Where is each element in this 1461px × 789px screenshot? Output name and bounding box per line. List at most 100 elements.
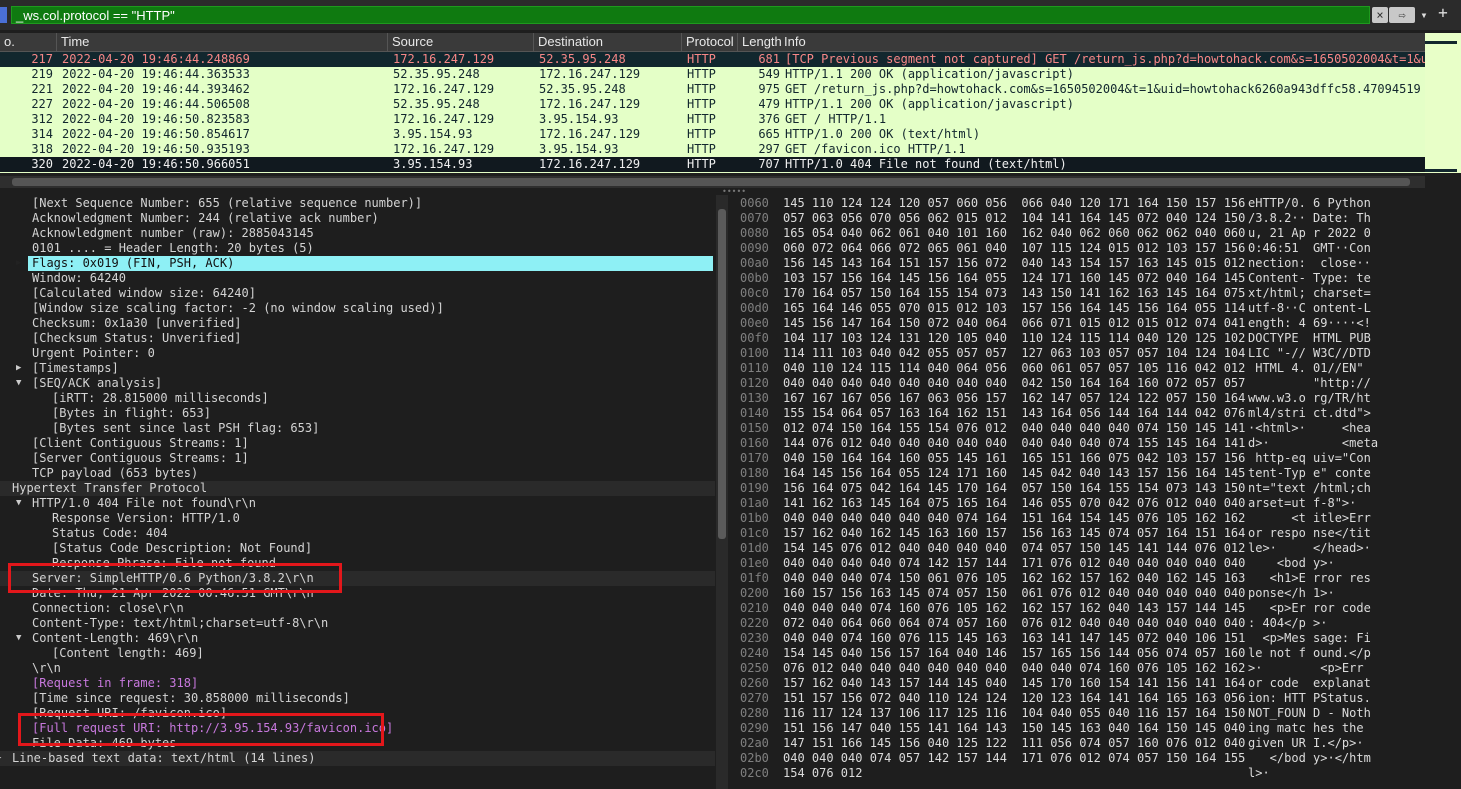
bytes-row[interactable]: 01b0 040 040 040 040 040 040 074 164 151 … (732, 511, 1461, 526)
recent-filters-dropdown-icon[interactable]: ▾ (1418, 7, 1430, 23)
packet-row[interactable]: 221 2022-04-20 19:46:44.393462 172.16.247.… (0, 82, 1425, 97)
packet-list-minimap[interactable] (1425, 33, 1461, 173)
details-vertical-scrollbar[interactable] (716, 195, 728, 789)
scrollbar-thumb[interactable] (12, 178, 1410, 186)
detail-row[interactable]: [Next Sequence Number: 655 (relative seq… (0, 196, 715, 211)
detail-row[interactable]: [Status Code Description: Not Found] (0, 541, 715, 556)
bytes-row[interactable]: 0210 040 040 040 074 160 076 105 162 162 … (732, 601, 1461, 616)
detail-row[interactable]: Window: 64240 (0, 271, 715, 286)
scrollbar-thumb[interactable] (718, 209, 726, 539)
bytes-row[interactable]: 01e0 040 040 040 040 074 142 157 144 171 … (732, 556, 1461, 571)
pane-splitter-handle[interactable]: ••••• (722, 187, 746, 196)
detail-row[interactable]: ▼ HTTP/1.0 404 File not found\r\n (0, 496, 715, 511)
apply-filter-button[interactable]: ⇨ (1389, 7, 1415, 23)
bytes-row[interactable]: 0230 040 040 074 160 076 115 145 163 163 … (732, 631, 1461, 646)
detail-row[interactable]: Acknowledgment Number: 244 (relative ack… (0, 211, 715, 226)
bytes-row[interactable]: 0190 156 164 075 042 164 145 170 164 057 … (732, 481, 1461, 496)
column-time[interactable]: Time (57, 33, 388, 51)
column-info[interactable]: Info (780, 33, 1425, 51)
detail-row[interactable]: [Bytes in flight: 653] (0, 406, 715, 421)
bytes-row[interactable]: 02a0 147 151 166 145 156 040 125 122 111 … (732, 736, 1461, 751)
collapsed-arrow-icon[interactable]: ▶ (0, 751, 1, 766)
bytes-row[interactable]: 00d0 165 164 146 055 070 015 012 103 157 … (732, 301, 1461, 316)
packet-row[interactable]: 227 2022-04-20 19:46:44.506508 52.35.95.24… (0, 97, 1425, 112)
detail-row[interactable]: [Time since request: 30.858000 milliseco… (0, 691, 715, 706)
bytes-row[interactable]: 0160 144 076 012 040 040 040 040 040 040 … (732, 436, 1461, 451)
bytes-row[interactable]: 0200 160 157 156 163 145 074 057 150 061 … (732, 586, 1461, 601)
detail-row[interactable]: Status Code: 404 (0, 526, 715, 541)
column-no[interactable]: o. (0, 33, 57, 51)
bytes-row[interactable]: 01d0 154 145 076 012 040 040 040 040 074 … (732, 541, 1461, 556)
packet-row[interactable]: 318 2022-04-20 19:46:50.935193 172.16.247.… (0, 142, 1425, 157)
detail-row[interactable]: [Window size scaling factor: -2 (no wind… (0, 301, 715, 316)
bytes-row[interactable]: 02b0 040 040 040 074 057 142 157 144 171 … (732, 751, 1461, 766)
bytes-row[interactable]: 00f0 104 117 103 124 131 120 105 040 110 … (732, 331, 1461, 346)
bytes-row[interactable]: 0130 167 167 167 056 167 063 056 157 162 … (732, 391, 1461, 406)
detail-row[interactable]: [Checksum Status: Unverified] (0, 331, 715, 346)
bookmark-filter-icon[interactable] (0, 7, 7, 23)
bytes-row[interactable]: 0170 040 150 164 164 160 055 145 161 165 … (732, 451, 1461, 466)
detail-row[interactable]: 0101 .... = Header Length: 20 bytes (5) (0, 241, 715, 256)
detail-row[interactable]: Content-Type: text/html;charset=utf-8\r\… (0, 616, 715, 631)
clear-filter-button[interactable]: × (1372, 7, 1388, 23)
detail-row[interactable]: [Content length: 469] (0, 646, 715, 661)
detail-row[interactable]: Connection: close\r\n (0, 601, 715, 616)
bytes-row[interactable]: 0100 114 111 103 040 042 055 057 057 127 … (732, 346, 1461, 361)
bytes-row[interactable]: 0070 057 063 056 070 056 062 015 012 104 … (732, 211, 1461, 226)
bytes-row[interactable]: 0220 072 040 064 060 064 074 057 160 076 … (732, 616, 1461, 631)
detail-row[interactable]: ▶ [Timestamps] (0, 361, 715, 376)
detail-row[interactable]: [Server Contiguous Streams: 1] (0, 451, 715, 466)
bytes-row[interactable]: 0120 040 040 040 040 040 040 040 040 042 … (732, 376, 1461, 391)
detail-row[interactable]: ▼ [SEQ/ACK analysis] (0, 376, 715, 391)
detail-row[interactable]: [Bytes sent since last PSH flag: 653] (0, 421, 715, 436)
bytes-row[interactable]: 0280 116 117 124 137 106 117 125 116 104 … (732, 706, 1461, 721)
packet-row[interactable]: 312 2022-04-20 19:46:50.823583 172.16.247.… (0, 112, 1425, 127)
column-protocol[interactable]: Protocol (682, 33, 738, 51)
packet-row[interactable]: 320 2022-04-20 19:46:50.966051 3.95.154.93… (0, 157, 1425, 172)
detail-row[interactable]: ▶ Flags: 0x019 (FIN, PSH, ACK) (16, 256, 713, 271)
bytes-row[interactable]: 01a0 141 162 163 145 164 075 165 164 146 … (732, 496, 1461, 511)
expanded-arrow-icon[interactable]: ▼ (16, 376, 21, 391)
collapsed-arrow-icon[interactable]: ▶ (16, 361, 21, 376)
bytes-row[interactable]: 0090 060 072 064 066 072 065 061 040 107 … (732, 241, 1461, 256)
bytes-row[interactable]: 00c0 170 164 057 150 164 155 154 073 143 … (732, 286, 1461, 301)
detail-row[interactable]: ▶ Line-based text data: text/html (14 lin… (0, 751, 715, 766)
packet-row[interactable]: 217 2022-04-20 19:46:44.248869 172.16.247.… (0, 52, 1425, 67)
detail-row[interactable]: Urgent Pointer: 0 (0, 346, 715, 361)
bytes-row[interactable]: 00e0 145 156 147 164 150 072 040 064 066 … (732, 316, 1461, 331)
expanded-arrow-icon[interactable]: ▼ (16, 496, 21, 511)
detail-row[interactable]: Response Version: HTTP/1.0 (0, 511, 715, 526)
detail-row[interactable]: [Client Contiguous Streams: 1] (0, 436, 715, 451)
detail-row[interactable]: Hypertext Transfer Protocol (0, 481, 715, 496)
bytes-row[interactable]: 0060 145 110 124 124 120 057 060 056 066 … (732, 196, 1461, 211)
bytes-row[interactable]: 0110 040 110 124 115 114 040 064 056 060 … (732, 361, 1461, 376)
detail-row[interactable]: TCP payload (653 bytes) (0, 466, 715, 481)
column-source[interactable]: Source (388, 33, 534, 51)
detail-row[interactable]: \r\n (0, 661, 715, 676)
expanded-arrow-icon[interactable]: ▼ (16, 631, 21, 646)
bytes-row[interactable]: 00a0 156 145 143 164 151 157 156 072 040 … (732, 256, 1461, 271)
bytes-row[interactable]: 0290 151 156 147 040 155 141 164 143 150 … (732, 721, 1461, 736)
detail-row[interactable]: [Calculated window size: 64240] (0, 286, 715, 301)
bytes-row[interactable]: 0270 151 157 156 072 040 110 124 124 120 … (732, 691, 1461, 706)
display-filter-input[interactable]: _ws.col.protocol == "HTTP" (11, 6, 1370, 24)
bytes-row[interactable]: 01c0 157 162 040 162 145 163 160 157 156 … (732, 526, 1461, 541)
packet-list-horizontal-scrollbar[interactable] (0, 176, 1425, 188)
bytes-row[interactable]: 0150 012 074 150 164 155 154 076 012 040 … (732, 421, 1461, 436)
bytes-row[interactable]: 02c0 154 076 012 l>· (732, 766, 1461, 781)
bytes-row[interactable]: 0180 164 145 156 164 055 124 171 160 145 … (732, 466, 1461, 481)
collapsed-arrow-icon[interactable]: ▶ (16, 256, 21, 271)
column-destination[interactable]: Destination (534, 33, 682, 51)
detail-row[interactable]: Acknowledgment number (raw): 2885043145 (0, 226, 715, 241)
packet-row[interactable]: 314 2022-04-20 19:46:50.854617 3.95.154.93… (0, 127, 1425, 142)
detail-row[interactable]: [iRTT: 28.815000 milliseconds] (0, 391, 715, 406)
add-filter-button[interactable]: + (1436, 5, 1450, 21)
bytes-row[interactable]: 0140 155 154 064 057 163 164 162 151 143 … (732, 406, 1461, 421)
bytes-row[interactable]: 0240 154 145 040 156 157 164 040 146 157 … (732, 646, 1461, 661)
column-length[interactable]: Length (738, 33, 782, 51)
bytes-row[interactable]: 0260 157 162 040 143 157 144 145 040 145 … (732, 676, 1461, 691)
bytes-row[interactable]: 00b0 103 157 156 164 145 156 164 055 124 … (732, 271, 1461, 286)
detail-row[interactable]: ▼ Content-Length: 469\r\n (0, 631, 715, 646)
bytes-row[interactable]: 01f0 040 040 040 074 150 061 076 105 162 … (732, 571, 1461, 586)
packet-row[interactable]: 219 2022-04-20 19:46:44.363533 52.35.95.24… (0, 67, 1425, 82)
